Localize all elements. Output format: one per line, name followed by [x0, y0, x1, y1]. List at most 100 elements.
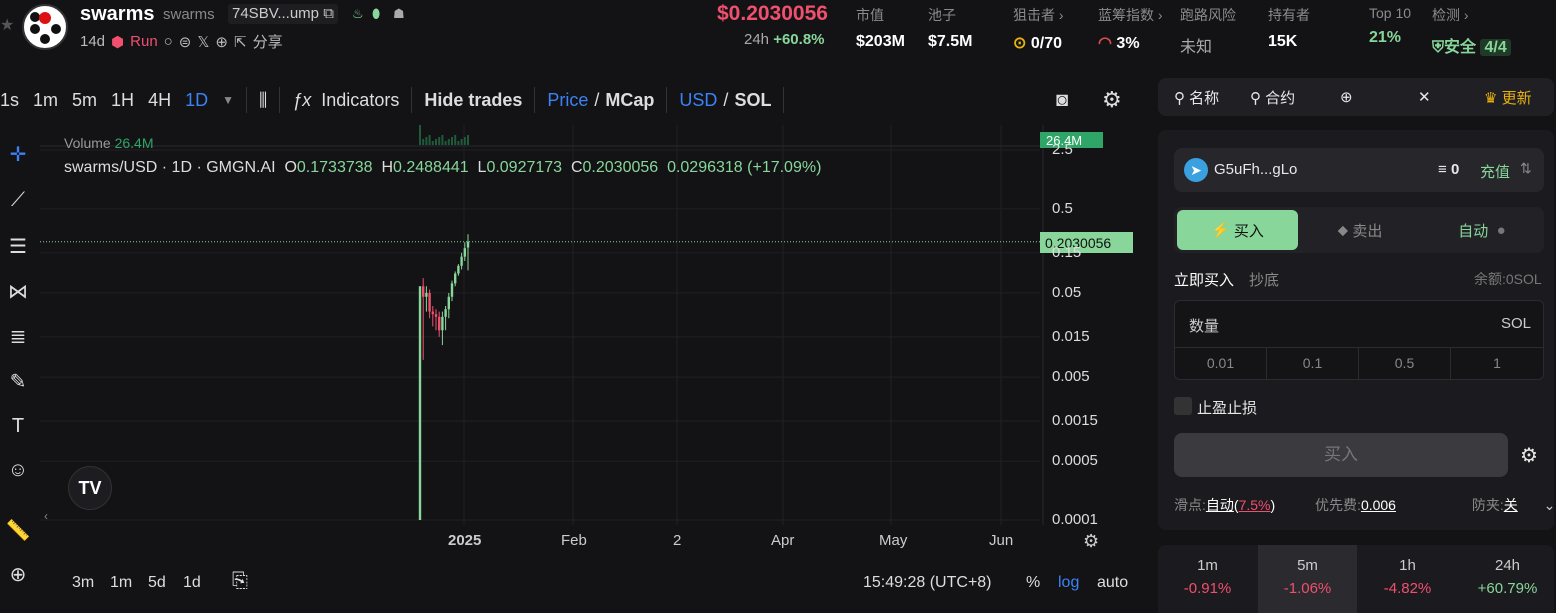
settings-gear-icon[interactable]: ⚙	[1102, 87, 1122, 113]
price-chart[interactable]	[40, 125, 1145, 525]
timeframe-dropdown-icon[interactable]: ▼	[222, 93, 234, 107]
interval-change: -4.82%	[1383, 580, 1432, 597]
fib-icon[interactable]: ≣	[2, 320, 34, 352]
chevron-down-icon[interactable]: ⌄	[1544, 497, 1556, 513]
mev-value[interactable]: 关	[1504, 497, 1518, 513]
dev-icon: ☗	[393, 6, 405, 21]
fx-icon[interactable]: ƒx	[292, 90, 311, 111]
auto-toggle[interactable]: auto	[1097, 574, 1128, 592]
pattern-icon[interactable]: ⋈	[2, 275, 34, 307]
priority-value[interactable]: 0.006	[1361, 497, 1396, 513]
slippage-value[interactable]: 7.5%	[1239, 497, 1271, 513]
chart-bottom-bar: 3m 1m 5d 1d ⎘ 15:49:28 (UTC+8) % log aut…	[0, 560, 1145, 605]
candle-type-icon[interactable]: ⫼	[259, 90, 267, 111]
preset-0-1[interactable]: 0.1	[1267, 347, 1359, 379]
tf-1d[interactable]: 1D	[185, 90, 208, 111]
divider	[783, 87, 785, 113]
range-3m[interactable]: 3m	[72, 574, 94, 592]
price-toggle[interactable]: Price	[547, 90, 588, 111]
percent-toggle[interactable]: %	[1026, 574, 1040, 592]
brush-icon[interactable]: ✎	[2, 365, 34, 397]
trendline-icon[interactable]: ⟋	[2, 184, 34, 216]
copy-icon[interactable]: ⧉	[323, 5, 334, 22]
text-tool-icon[interactable]: T	[2, 410, 34, 442]
range-5d[interactable]: 5d	[148, 574, 166, 592]
date-range-icon[interactable]: ⎘	[232, 570, 248, 593]
hide-trades-button[interactable]: Hide trades	[424, 90, 522, 111]
update-button[interactable]: ♛ 更新	[1484, 87, 1532, 108]
tf-1s[interactable]: 1s	[0, 90, 19, 111]
shield-icon: ⛨	[1432, 39, 1445, 56]
clock-time[interactable]: 15:49:28 (UTC+8)	[863, 574, 992, 592]
qty-input[interactable]	[1245, 309, 1465, 337]
x-icon[interactable]: ✕	[1418, 88, 1431, 106]
tf-5m[interactable]: 5m	[72, 90, 97, 111]
horizontal-lines-icon[interactable]: ☰	[2, 230, 34, 262]
slippage-mode[interactable]: 自动	[1206, 497, 1234, 513]
deposit-button[interactable]: 充值	[1480, 161, 1510, 182]
goto-realtime-icon[interactable]: ⚙	[1083, 531, 1099, 552]
share-label[interactable]: 分享	[253, 31, 283, 52]
range-1m[interactable]: 1m	[110, 574, 132, 592]
telegram-icon: ➤	[1184, 158, 1208, 182]
stat-bluechip[interactable]: 蓝筹指数 › ◠ 3%	[1098, 5, 1163, 53]
tpsl-checkbox[interactable]	[1174, 397, 1192, 415]
dip-tab[interactable]: 抄底	[1249, 269, 1279, 290]
change-value: +60.8%	[773, 31, 825, 48]
favorite-star-icon[interactable]: ★	[0, 15, 16, 34]
globe-icon[interactable]: ⊕	[215, 33, 228, 51]
range-1d[interactable]: 1d	[183, 574, 201, 592]
usd-toggle[interactable]: USD	[679, 90, 717, 111]
tf-1h[interactable]: 1H	[111, 90, 134, 111]
sell-tab[interactable]: ⬥ 卖出	[1300, 210, 1420, 250]
tf-1m[interactable]: 1m	[33, 90, 58, 111]
stat-label: 狙击者 ›	[1013, 7, 1064, 23]
settings-gear-icon[interactable]: ⚙	[1520, 443, 1538, 468]
stat-value: 未知	[1180, 39, 1213, 56]
buy-submit-button[interactable]: 买入	[1174, 433, 1508, 477]
update-label: 更新	[1501, 89, 1532, 107]
search-contract-label: 合约	[1265, 89, 1296, 107]
stat-check[interactable]: 检测 › ⛨安全 4/4	[1432, 5, 1511, 57]
emoji-icon[interactable]: ☺	[2, 454, 34, 486]
interval-cell-1h[interactable]: 1h -4.82%	[1358, 545, 1457, 613]
sol-toggle[interactable]: SOL	[734, 90, 771, 111]
preset-1[interactable]: 1	[1451, 347, 1543, 379]
tradingview-logo[interactable]: TV	[68, 466, 112, 510]
globe-icon[interactable]: ⊕	[1340, 88, 1353, 106]
bolt-icon: ⚡	[1211, 222, 1230, 239]
tf-4h[interactable]: 4H	[148, 90, 171, 111]
x-tick-label: Apr	[771, 532, 795, 549]
search-icon[interactable]: ○	[164, 33, 173, 50]
log-toggle[interactable]: log	[1058, 574, 1079, 592]
ruler-icon[interactable]: 📏	[2, 514, 34, 546]
buy-tab[interactable]: ⚡ 买入	[1177, 210, 1298, 250]
token-address[interactable]: 74SBV...ump ⧉	[228, 4, 338, 24]
y-tick-label: 0.15	[1052, 243, 1082, 261]
candle-body	[463, 248, 466, 257]
interval-change: +60.79%	[1477, 580, 1538, 597]
tpsl-label[interactable]: 止盈止损	[1197, 397, 1257, 418]
search-name[interactable]: ⚲ 名称	[1174, 87, 1219, 108]
interval-cell-24h[interactable]: 24h +60.79%	[1458, 545, 1556, 613]
indicators-button[interactable]: Indicators	[321, 90, 399, 111]
volume-bar	[447, 139, 450, 145]
swap-icon[interactable]: ⇅	[1520, 160, 1532, 177]
camera-icon[interactable]: ◙	[1056, 89, 1068, 112]
interval-cell-1m[interactable]: 1m -0.91%	[1158, 545, 1257, 613]
mcap-toggle[interactable]: MCap	[605, 90, 654, 111]
coin-icon[interactable]: ⊜	[179, 33, 192, 51]
preset-0-01[interactable]: 0.01	[1175, 347, 1267, 379]
crosshair-icon[interactable]: ✛	[2, 138, 34, 170]
share-icon[interactable]: ⇱	[234, 33, 247, 51]
stat-snipers[interactable]: 狙击者 › ⊙ 0/70	[1013, 5, 1064, 53]
candle-body	[460, 256, 463, 266]
x-icon[interactable]: 𝕏	[197, 33, 209, 51]
auto-tab[interactable]: 自动 ●	[1422, 210, 1542, 250]
interval-cell-5m[interactable]: 5m -1.06%	[1258, 545, 1357, 613]
buy-now-tab[interactable]: 立即买入	[1174, 269, 1234, 290]
ohlc-high: 0.2488441	[393, 159, 469, 176]
preset-0-5[interactable]: 0.5	[1359, 347, 1451, 379]
wallet-row[interactable]: ➤ G5uFh...gLo ≡ 0 充值 ⇅	[1174, 148, 1544, 192]
search-contract[interactable]: ⚲ 合约	[1250, 87, 1295, 108]
